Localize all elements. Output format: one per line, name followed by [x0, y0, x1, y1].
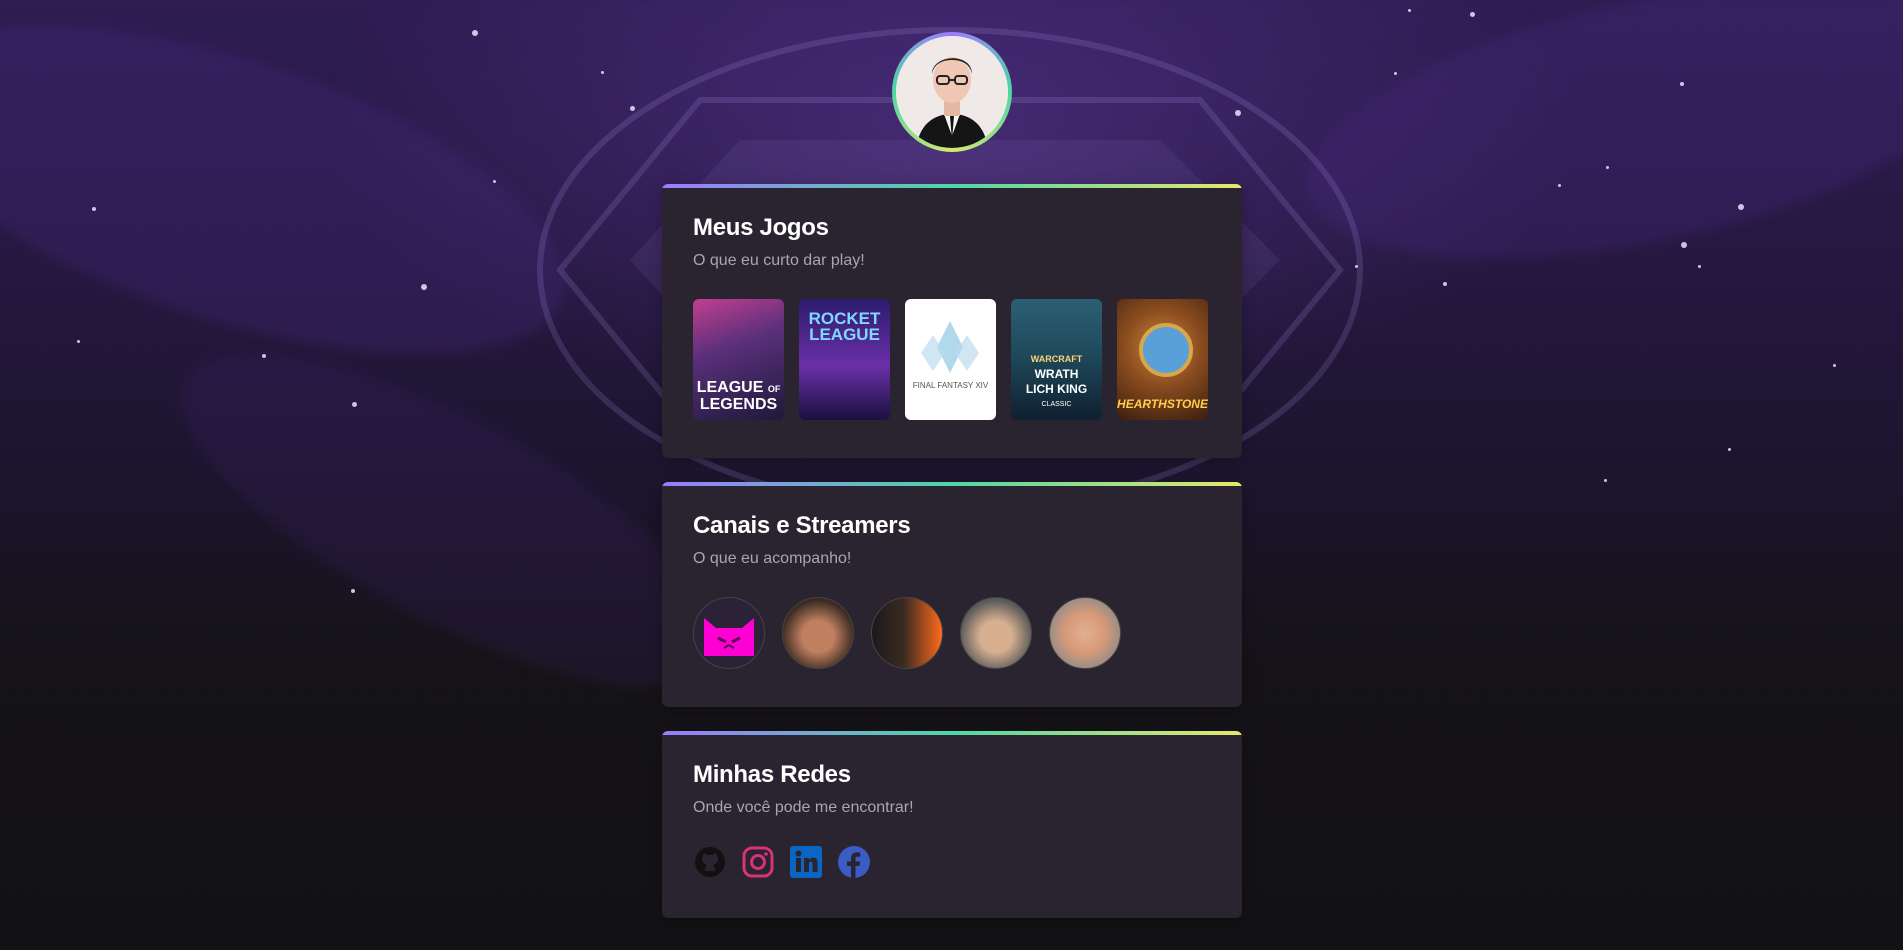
- profile-photo: [896, 36, 1008, 148]
- game-wow-wotlk-classic[interactable]: WARCRAFT WRATH LICH KING CLASSIC: [1011, 299, 1102, 420]
- streamer-avatar[interactable]: [1049, 597, 1121, 669]
- networks-subtitle: Onde você pode me encontrar!: [693, 799, 914, 816]
- linkedin-link[interactable]: [789, 845, 823, 879]
- instagram-icon: [742, 846, 774, 878]
- game-cover-text: HEARTHSTONE: [1117, 397, 1208, 411]
- crystal-icon: [921, 321, 979, 373]
- hearthstone-emblem-icon: [1139, 323, 1193, 377]
- games-subtitle: O que eu curto dar play!: [693, 252, 865, 269]
- github-icon: [695, 847, 725, 877]
- game-cover-text: ROCKET LEAGUE: [808, 309, 881, 344]
- game-hearthstone[interactable]: HEARTHSTONE: [1117, 299, 1208, 420]
- instagram-link[interactable]: [741, 845, 775, 879]
- streamers-card: Canais e Streamers O que eu acompanho!: [662, 482, 1242, 707]
- games-title: Meus Jogos: [693, 214, 829, 241]
- game-league-of-legends[interactable]: LEAGUE OF LEGENDS: [693, 299, 784, 420]
- social-links: [693, 845, 871, 879]
- profile-avatar: [896, 36, 1008, 148]
- networks-card: Minhas Redes Onde você pode me encontrar…: [662, 731, 1242, 918]
- github-link[interactable]: [693, 845, 727, 879]
- streamer-avatar[interactable]: [693, 597, 765, 669]
- streamer-avatar[interactable]: [871, 597, 943, 669]
- streamers-subtitle: O que eu acompanho!: [693, 550, 852, 567]
- facebook-link[interactable]: [837, 845, 871, 879]
- streamers-list: [693, 597, 1121, 669]
- streamer-avatar[interactable]: [960, 597, 1032, 669]
- profile-avatar-ring: [892, 32, 1012, 152]
- linkedin-icon: [790, 846, 822, 878]
- streamer-avatar[interactable]: [782, 597, 854, 669]
- cat-logo-icon: [704, 618, 754, 656]
- networks-title: Minhas Redes: [693, 761, 851, 788]
- games-list: LEAGUE OF LEGENDS ROCKET LEAGUE FINAL FA…: [693, 299, 1208, 420]
- game-final-fantasy-xiv[interactable]: FINAL FANTASY XIV: [905, 299, 996, 420]
- game-rocket-league[interactable]: ROCKET LEAGUE: [799, 299, 890, 420]
- facebook-icon: [838, 846, 870, 878]
- streamers-title: Canais e Streamers: [693, 512, 911, 539]
- game-cover-text: WARCRAFT WRATH LICH KING CLASSIC: [1025, 354, 1088, 408]
- games-card: Meus Jogos O que eu curto dar play! LEAG…: [662, 184, 1242, 458]
- game-cover-text: LEAGUE OF LEGENDS: [696, 379, 781, 413]
